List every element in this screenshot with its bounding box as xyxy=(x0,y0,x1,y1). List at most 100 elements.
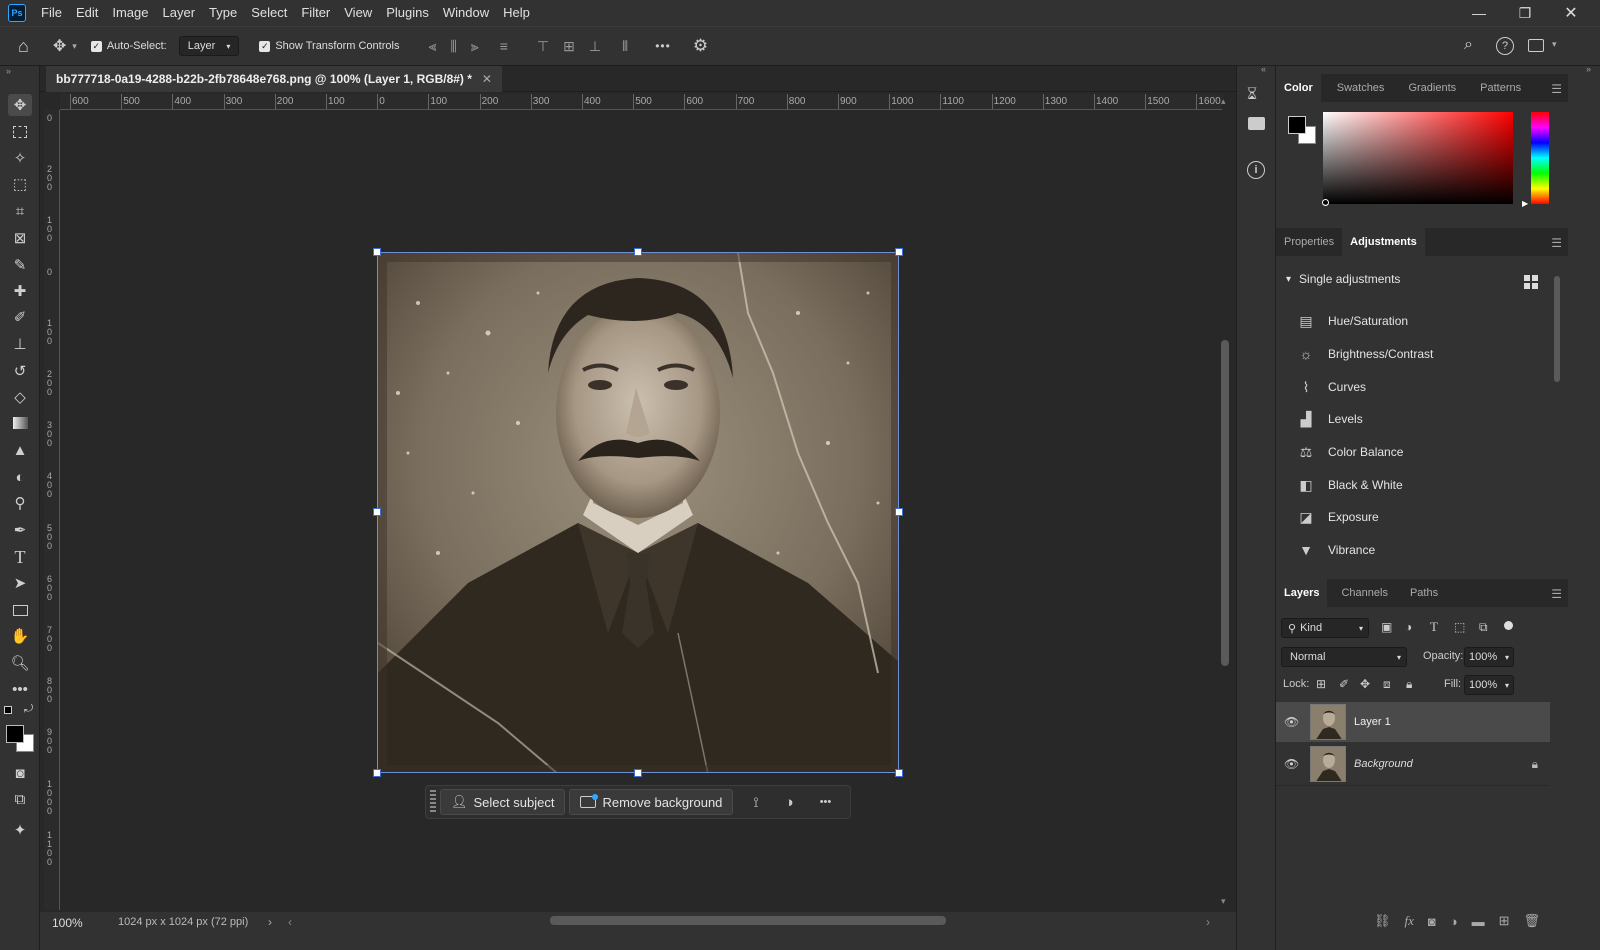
more-tools-icon[interactable]: ••• xyxy=(8,678,32,700)
rectangle-tool-icon[interactable] xyxy=(8,599,32,621)
comments-icon[interactable] xyxy=(1248,117,1265,130)
layer-filter-dropdown[interactable]: ⚲ Kind ▾ xyxy=(1281,618,1369,638)
move-tool-icon[interactable]: ✥ xyxy=(53,36,66,56)
adjustment-icon[interactable]: ◑ xyxy=(785,794,794,811)
align-right-icon[interactable]: ⫸ xyxy=(471,38,479,55)
tab-paths[interactable]: Paths xyxy=(1402,579,1446,607)
transform-handle-top-right[interactable] xyxy=(895,248,903,256)
minimize-icon[interactable]: — xyxy=(1456,0,1502,26)
transform-handle-top[interactable] xyxy=(634,248,642,256)
eye-icon[interactable]: 👁︎ xyxy=(1284,757,1300,771)
align-center-icon[interactable]: ⫼ xyxy=(450,38,456,55)
close-window-icon[interactable]: ✕ xyxy=(1548,0,1594,26)
transform-handle-right[interactable] xyxy=(895,508,903,516)
crop-tool-icon[interactable]: ⌗ xyxy=(8,200,32,222)
link-layers-icon[interactable]: ⛓ xyxy=(1374,913,1391,929)
close-tab-icon[interactable]: ✕ xyxy=(482,72,492,86)
adjustment-black-white[interactable]: ◧ Black & White xyxy=(1296,474,1402,496)
fx-icon[interactable]: fx xyxy=(1404,913,1413,929)
help-icon[interactable]: ? xyxy=(1496,37,1514,55)
frame-tool-icon[interactable]: ⊠ xyxy=(8,227,32,249)
hue-slider[interactable] xyxy=(1531,112,1549,204)
path-selection-icon[interactable]: ➤ xyxy=(8,572,32,594)
default-colors-icon[interactable] xyxy=(4,706,12,714)
color-picker-cursor[interactable] xyxy=(1322,199,1329,206)
new-group-icon[interactable]: ▬ xyxy=(1472,914,1485,929)
chevron-down-icon[interactable]: ▾ xyxy=(1552,39,1557,50)
auto-select-dropdown[interactable]: Layer ▾ xyxy=(178,36,240,56)
adjustment-exposure[interactable]: ◪ Exposure xyxy=(1296,506,1378,528)
transform-handle-top-left[interactable] xyxy=(373,248,381,256)
adjustment-brightness-contrast[interactable]: ☼ Brightness/Contrast xyxy=(1296,343,1434,365)
fill-field[interactable]: 100% ▾ xyxy=(1464,675,1514,695)
lock-position-icon[interactable]: ✥ xyxy=(1360,677,1370,691)
menu-type[interactable]: Type xyxy=(202,0,244,26)
grid-view-icon[interactable] xyxy=(1524,275,1538,289)
lock-artboard-icon[interactable]: ⧈ xyxy=(1383,677,1391,692)
screen-mode-icon[interactable]: ⧉ xyxy=(8,788,32,810)
marquee-tool-icon[interactable] xyxy=(8,121,32,143)
chevron-down-icon[interactable]: ▾ xyxy=(72,41,77,52)
tab-patterns[interactable]: Patterns xyxy=(1472,74,1529,102)
single-adjustments-header[interactable]: ▾ Single adjustments xyxy=(1286,272,1400,286)
remove-background-button[interactable]: Remove background xyxy=(569,789,734,815)
collapse-icon[interactable]: » xyxy=(6,66,11,76)
align-left-icon[interactable]: ⫷ xyxy=(428,38,436,55)
tab-color[interactable]: Color xyxy=(1276,74,1321,102)
add-mask-icon[interactable]: ◙ xyxy=(1428,914,1436,929)
lock-paint-icon[interactable]: ✐ xyxy=(1339,677,1349,691)
layer-row-layer-1[interactable]: 👁︎ Layer 1 xyxy=(1276,702,1550,742)
panel-menu-icon[interactable]: ☰ xyxy=(1551,587,1562,601)
scroll-down-icon[interactable]: ▾ xyxy=(1221,896,1226,907)
collapse-panels-icon[interactable]: » xyxy=(1586,64,1591,74)
transform-controls-checkbox[interactable]: ✓ xyxy=(259,40,271,52)
hue-slider-thumb[interactable]: ▶ xyxy=(1522,199,1528,208)
blur-tool-icon[interactable]: ▲ xyxy=(8,439,32,461)
blend-mode-dropdown[interactable]: Normal ▾ xyxy=(1281,647,1407,667)
foreground-color-swatch[interactable] xyxy=(6,725,24,743)
quick-mask-icon[interactable]: ◙ xyxy=(8,762,32,784)
menu-layer[interactable]: Layer xyxy=(156,0,203,26)
align-middle-icon[interactable]: ⊞ xyxy=(563,38,575,55)
document-tab[interactable]: bb777718-0a19-4288-b22b-2fb78648e768.png… xyxy=(46,66,502,92)
filter-shape-icon[interactable]: ⬚ xyxy=(1454,620,1465,634)
lock-all-icon[interactable]: 🔒︎ xyxy=(1406,677,1412,692)
tab-properties[interactable]: Properties xyxy=(1276,228,1342,256)
distribute-vertical-icon[interactable]: ⦀ xyxy=(622,38,628,55)
more-actions-button[interactable]: ••• xyxy=(820,796,832,808)
align-top-icon[interactable]: ⊤ xyxy=(537,38,549,55)
menu-window[interactable]: Window xyxy=(436,0,496,26)
info-icon[interactable]: i xyxy=(1247,161,1265,179)
gear-icon[interactable]: ⚙ xyxy=(693,36,708,56)
tab-channels[interactable]: Channels xyxy=(1333,579,1395,607)
brush-tool-icon[interactable]: ✐ xyxy=(8,306,32,328)
delete-layer-icon[interactable]: 🗑︎ xyxy=(1523,913,1540,929)
transform-handle-bottom-left[interactable] xyxy=(373,769,381,777)
color-picker-field[interactable] xyxy=(1323,112,1513,204)
move-tool-icon[interactable]: ✥ xyxy=(8,94,32,116)
transform-handle-left[interactable] xyxy=(373,508,381,516)
align-bottom-icon[interactable]: ⊥ xyxy=(589,38,601,55)
scroll-left-icon[interactable]: ‹ xyxy=(288,915,292,929)
home-icon[interactable]: ⌂ xyxy=(18,36,29,57)
new-layer-icon[interactable]: ⊞ xyxy=(1499,913,1510,929)
tab-adjustments[interactable]: Adjustments xyxy=(1342,228,1425,256)
history-brush-icon[interactable]: ↺ xyxy=(8,360,32,382)
auto-select-checkbox[interactable]: ✓ xyxy=(90,40,102,52)
filter-type-icon[interactable]: T xyxy=(1430,619,1438,635)
more-options-button[interactable]: ••• xyxy=(655,39,671,53)
adjustments-scrollbar[interactable] xyxy=(1554,276,1560,382)
filter-smart-object-icon[interactable]: ⧉ xyxy=(1479,620,1488,635)
eraser-icon[interactable]: ◇ xyxy=(8,386,32,408)
vintage-portrait-image[interactable] xyxy=(377,252,899,773)
menu-help[interactable]: Help xyxy=(496,0,537,26)
select-subject-button[interactable]: 👤︎ Select subject xyxy=(440,789,566,815)
filter-pixel-icon[interactable]: ▣ xyxy=(1381,620,1392,634)
tab-gradients[interactable]: Gradients xyxy=(1400,74,1464,102)
layer-name[interactable]: Background xyxy=(1354,758,1413,770)
adjustment-vibrance[interactable]: ▼ Vibrance xyxy=(1296,539,1375,561)
lock-transparency-icon[interactable]: ⊞ xyxy=(1316,677,1326,691)
swap-colors-icon[interactable]: ⤾ xyxy=(24,703,33,716)
tab-swatches[interactable]: Swatches xyxy=(1329,74,1393,102)
transform-icon[interactable]: ⟟ xyxy=(753,794,758,811)
